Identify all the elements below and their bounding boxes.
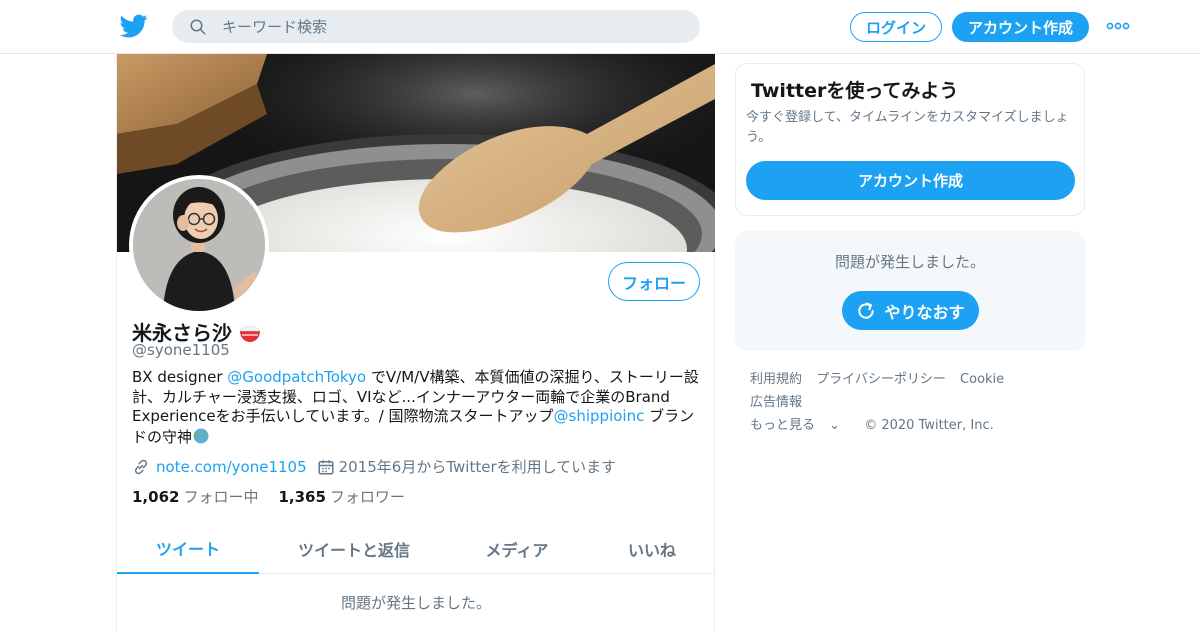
signup-card-title: Twitterを使ってみよう [751, 80, 959, 102]
tab-tweets[interactable]: ツイート [117, 524, 259, 574]
following-count-link[interactable]: 1,062 フォロー中 [132, 486, 258, 507]
followers-count-link[interactable]: 1,365 フォロワー [278, 486, 404, 507]
retry-label: やりなおす [884, 302, 965, 322]
profile-meta: note.com/yone1105 2015年6月からTwitterを利用してい… [132, 456, 616, 477]
more-options-icon[interactable] [1106, 19, 1130, 33]
sidebar-footer: 利用規約 プライバシーポリシー Cookie 広告情報 もっと見る ⌄ © 20… [750, 368, 1080, 437]
footer-ads-link[interactable]: 広告情報 [750, 395, 802, 410]
tab-media[interactable]: メディア [467, 524, 567, 574]
signup-button[interactable]: アカウント作成 [952, 12, 1089, 42]
bio-text: BX designer [132, 368, 228, 386]
footer-terms-link[interactable]: 利用規約 [750, 372, 802, 387]
profile-avatar[interactable] [129, 175, 269, 315]
retry-button[interactable]: やりなおす [842, 291, 979, 330]
profile-website-link[interactable]: note.com/yone1105 [156, 458, 307, 476]
create-account-button[interactable]: アカウント作成 [746, 161, 1075, 200]
footer-more-label: もっと見る [750, 418, 816, 433]
tab-likes[interactable]: いいね [607, 524, 697, 574]
footer-cookie-link[interactable]: Cookie [960, 372, 1004, 387]
follow-button[interactable]: フォロー [608, 262, 700, 301]
sidebar-error-card: 問題が発生しました。 やりなおす [735, 231, 1085, 351]
following-count: 1,062 [132, 488, 180, 506]
search-icon [190, 19, 206, 35]
calendar-icon [318, 459, 334, 474]
tab-tweets-and-replies[interactable]: ツイートと返信 [280, 524, 428, 574]
profile-column: フォロー 米永さら沙 @syone1105 BX designer @Goodp… [116, 54, 715, 630]
twitter-bird-logo-icon[interactable] [120, 12, 148, 40]
followers-count: 1,365 [278, 488, 326, 506]
followers-label: フォロワー [329, 488, 405, 506]
chevron-down-icon: ⌄ [829, 418, 841, 433]
link-icon [134, 459, 148, 474]
following-label: フォロー中 [183, 488, 259, 506]
bio-mention-link[interactable]: @GoodpatchTokyo [227, 368, 366, 386]
timeline-error-message: 問題が発生しました。 [340, 594, 491, 612]
footer-more-link[interactable]: もっと見る ⌄ [750, 418, 850, 433]
profile-tabs: ツイート ツイートと返信 メディア いいね [117, 524, 715, 574]
profile-handle: @syone1105 [132, 341, 230, 359]
profile-stats: 1,062 フォロー中 1,365 フォロワー [132, 486, 405, 507]
footer-copyright: © 2020 Twitter, Inc. [864, 418, 994, 433]
profile-bio: BX designer @GoodpatchTokyo でV/M/V構築、本質価… [132, 368, 702, 447]
joined-date: 2015年6月からTwitterを利用しています [338, 458, 617, 476]
signup-card-text: 今すぐ登録して、タイムラインをカスタマイズしましょう。 [746, 110, 1069, 145]
search-input[interactable] [222, 10, 682, 43]
sidebar-error-message: 問題が発生しました。 [834, 253, 985, 271]
globe-emoji-icon [193, 428, 209, 443]
login-button[interactable]: ログイン [850, 12, 942, 42]
refresh-icon [858, 302, 875, 319]
search-box[interactable] [172, 10, 700, 43]
rice-bowl-emoji-icon [239, 325, 261, 342]
bio-mention-link[interactable]: @shippioinc [554, 407, 645, 425]
footer-privacy-link[interactable]: プライバシーポリシー [816, 372, 946, 387]
top-navigation-bar: ログイン アカウント作成 [0, 0, 1200, 54]
signup-promo-card: Twitterを使ってみよう 今すぐ登録して、タイムラインをカスタマイズしましょ… [735, 63, 1085, 216]
